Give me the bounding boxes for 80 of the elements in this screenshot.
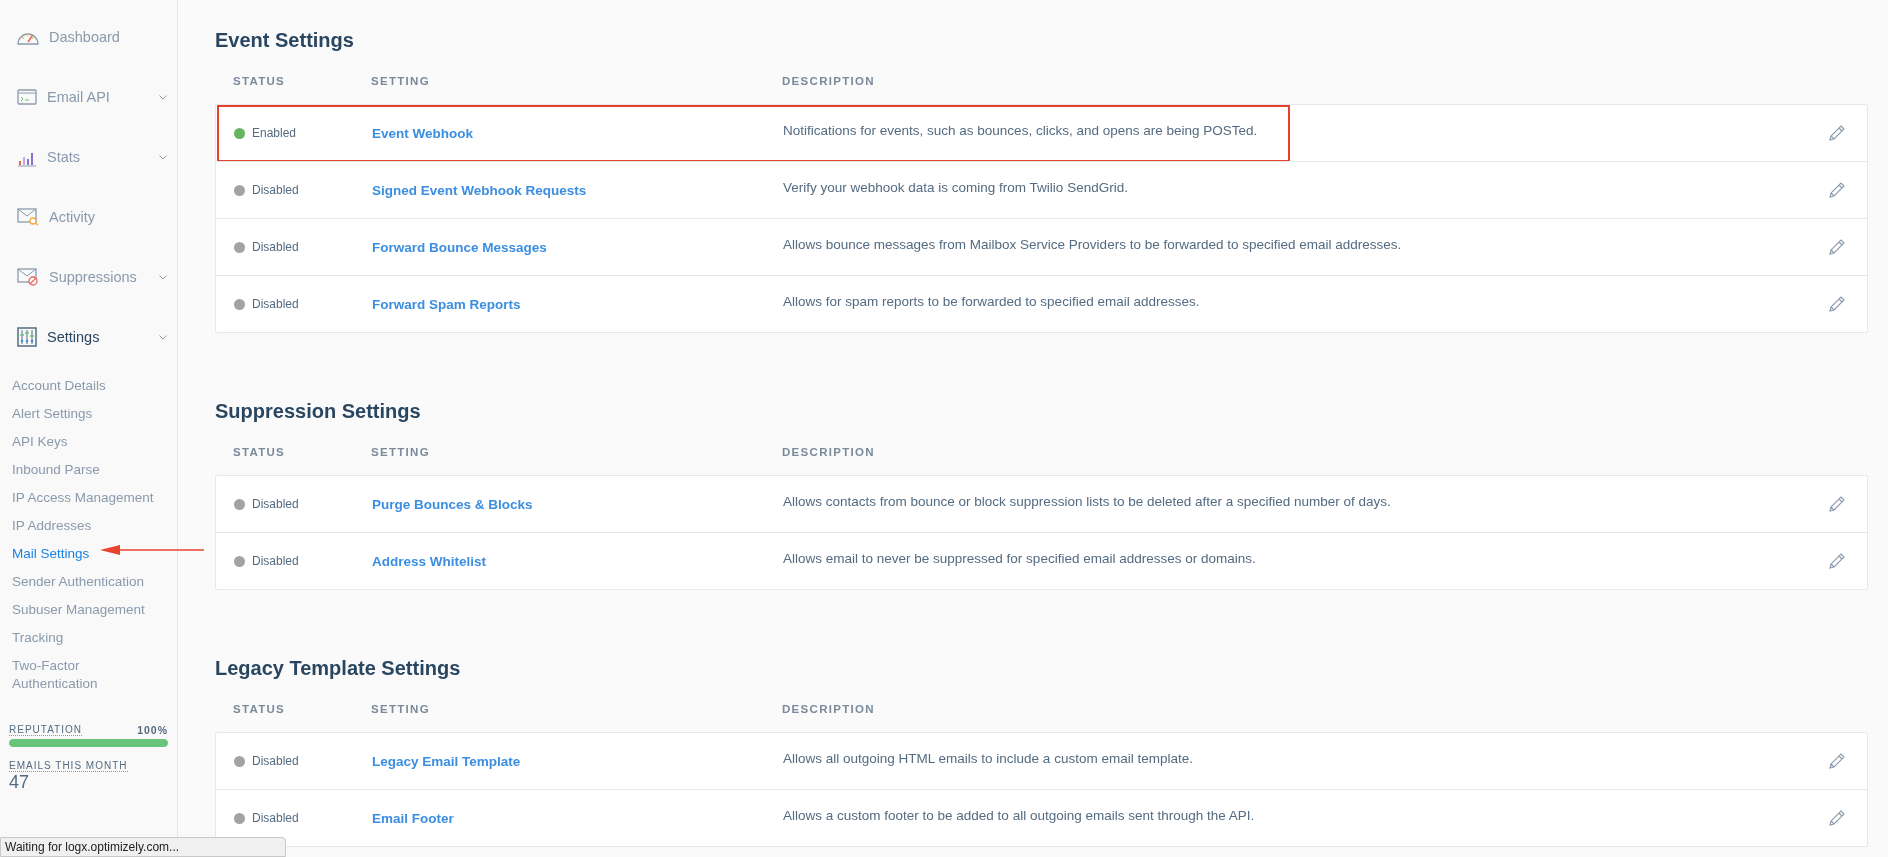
status-text: Disabled [252, 297, 299, 311]
column-header: STATUS [232, 75, 287, 87]
setting-link[interactable]: Legacy Email Template [372, 754, 521, 769]
setting-description: Allows for spam reports to be forwarded to specified email addresses. [783, 294, 1201, 309]
column-header: STATUS [232, 703, 287, 715]
status-text: Enabled [252, 126, 297, 140]
edit-icon[interactable] [1827, 123, 1847, 143]
sidebar-nav-item[interactable]: Settings [0, 307, 177, 367]
setting-description: Allows a custom footer to be added to all outgoing emails sent through the API. [783, 808, 1256, 823]
sidebar-link[interactable]: Inbound Parse [12, 461, 100, 479]
sidebar-link[interactable]: Subuser Management [12, 601, 145, 619]
setting-link[interactable]: Event Webhook [372, 126, 473, 141]
sidebar-link[interactable]: Tracking [12, 629, 64, 647]
sidebar-nav-item[interactable]: Email API [0, 67, 177, 127]
sidebar-link[interactable]: API Keys [12, 433, 68, 451]
chevron-down-icon [159, 274, 167, 280]
section-title: Legacy Template Settings [215, 656, 462, 681]
browser-status-bar: Waiting for logx.optimizely.com... [0, 837, 286, 857]
nav-label: Activity [49, 209, 96, 225]
envelope-blocked-icon [17, 268, 39, 286]
status-text: Disabled [252, 183, 299, 197]
sliders-icon [17, 327, 37, 347]
setting-link[interactable]: Signed Event Webhook Requests [372, 183, 587, 198]
setting-description: Verify your webhook data is coming from Twilio SendGrid. [783, 180, 1129, 195]
edit-icon[interactable] [1827, 180, 1847, 200]
nav-label: Settings [47, 329, 101, 345]
reputation-label: REPUTATION [9, 724, 82, 736]
status-text: Disabled [252, 497, 299, 511]
terminal-window-icon [17, 89, 37, 105]
chevron-down-icon [159, 154, 167, 160]
sidebar-link[interactable]: Mail Settings [12, 545, 90, 563]
status-text: Disabled [252, 754, 299, 768]
nav-label: Dashboard [49, 29, 121, 45]
sidebar-link[interactable]: Sender Authentication [12, 573, 145, 591]
sidebar-link[interactable]: Alert Settings [12, 405, 93, 423]
sidebar-link[interactable]: Account Details [12, 377, 106, 395]
setting-link[interactable]: Email Footer [372, 811, 454, 826]
nav-label: Suppressions [49, 269, 138, 285]
setting-description: Allows email to never be suppressed for specified email addresses or domains. [783, 551, 1257, 566]
setting-link[interactable]: Forward Spam Reports [372, 297, 521, 312]
setting-description: Allows bounce messages from Mailbox Service Providers to be forwarded to specified email addresses. [783, 237, 1403, 252]
column-header: DESCRIPTION [782, 446, 876, 458]
chevron-down-icon [159, 334, 167, 340]
setting-description: Allows all outgoing HTML emails to include a custom email template. [783, 751, 1194, 766]
status-text: Disabled [252, 554, 299, 568]
emails-count: 47 [9, 772, 30, 793]
nav-label: Email API [47, 89, 111, 105]
status-text: Disabled [252, 811, 299, 825]
reputation-value: 100% [137, 724, 168, 736]
column-header: DESCRIPTION [782, 75, 876, 87]
sidebar-link[interactable]: IP Access Management [12, 489, 154, 507]
sidebar-nav-item[interactable]: Dashboard [0, 7, 177, 67]
chevron-down-icon [159, 94, 167, 100]
status-text: Disabled [252, 240, 299, 254]
setting-description: Allows contacts from bounce or block suppression lists to be deleted after a specified number of days. [783, 494, 1392, 509]
edit-icon[interactable] [1827, 294, 1847, 314]
column-header: SETTING [371, 703, 431, 715]
emails-label: EMAILS THIS MONTH [9, 760, 128, 772]
section-title: Suppression Settings [215, 399, 422, 424]
column-header: SETTING [371, 446, 431, 458]
setting-description: Notifications for events, such as bounces, clicks, and opens are being POSTed. [783, 123, 1259, 138]
nav-label: Stats [47, 149, 82, 165]
setting-link[interactable]: Forward Bounce Messages [372, 240, 547, 255]
setting-link[interactable]: Purge Bounces & Blocks [372, 497, 533, 512]
column-header: SETTING [371, 75, 431, 87]
edit-icon[interactable] [1827, 494, 1847, 514]
column-header: DESCRIPTION [782, 703, 876, 715]
edit-icon[interactable] [1827, 808, 1847, 828]
edit-icon[interactable] [1827, 237, 1847, 257]
column-header: STATUS [232, 446, 287, 458]
section-title: Event Settings [215, 28, 355, 53]
envelope-search-icon [17, 208, 39, 226]
edit-icon[interactable] [1827, 551, 1847, 571]
sidebar-nav-item[interactable]: Stats [0, 127, 177, 187]
sidebar-link[interactable]: Two-Factor Authentication [12, 657, 165, 693]
sidebar-link[interactable]: IP Addresses [12, 517, 92, 535]
sidebar-nav-item[interactable]: Activity [0, 187, 177, 247]
edit-icon[interactable] [1827, 751, 1847, 771]
setting-link[interactable]: Address Whitelist [372, 554, 487, 569]
sidebar-nav-item[interactable]: Suppressions [0, 247, 177, 307]
